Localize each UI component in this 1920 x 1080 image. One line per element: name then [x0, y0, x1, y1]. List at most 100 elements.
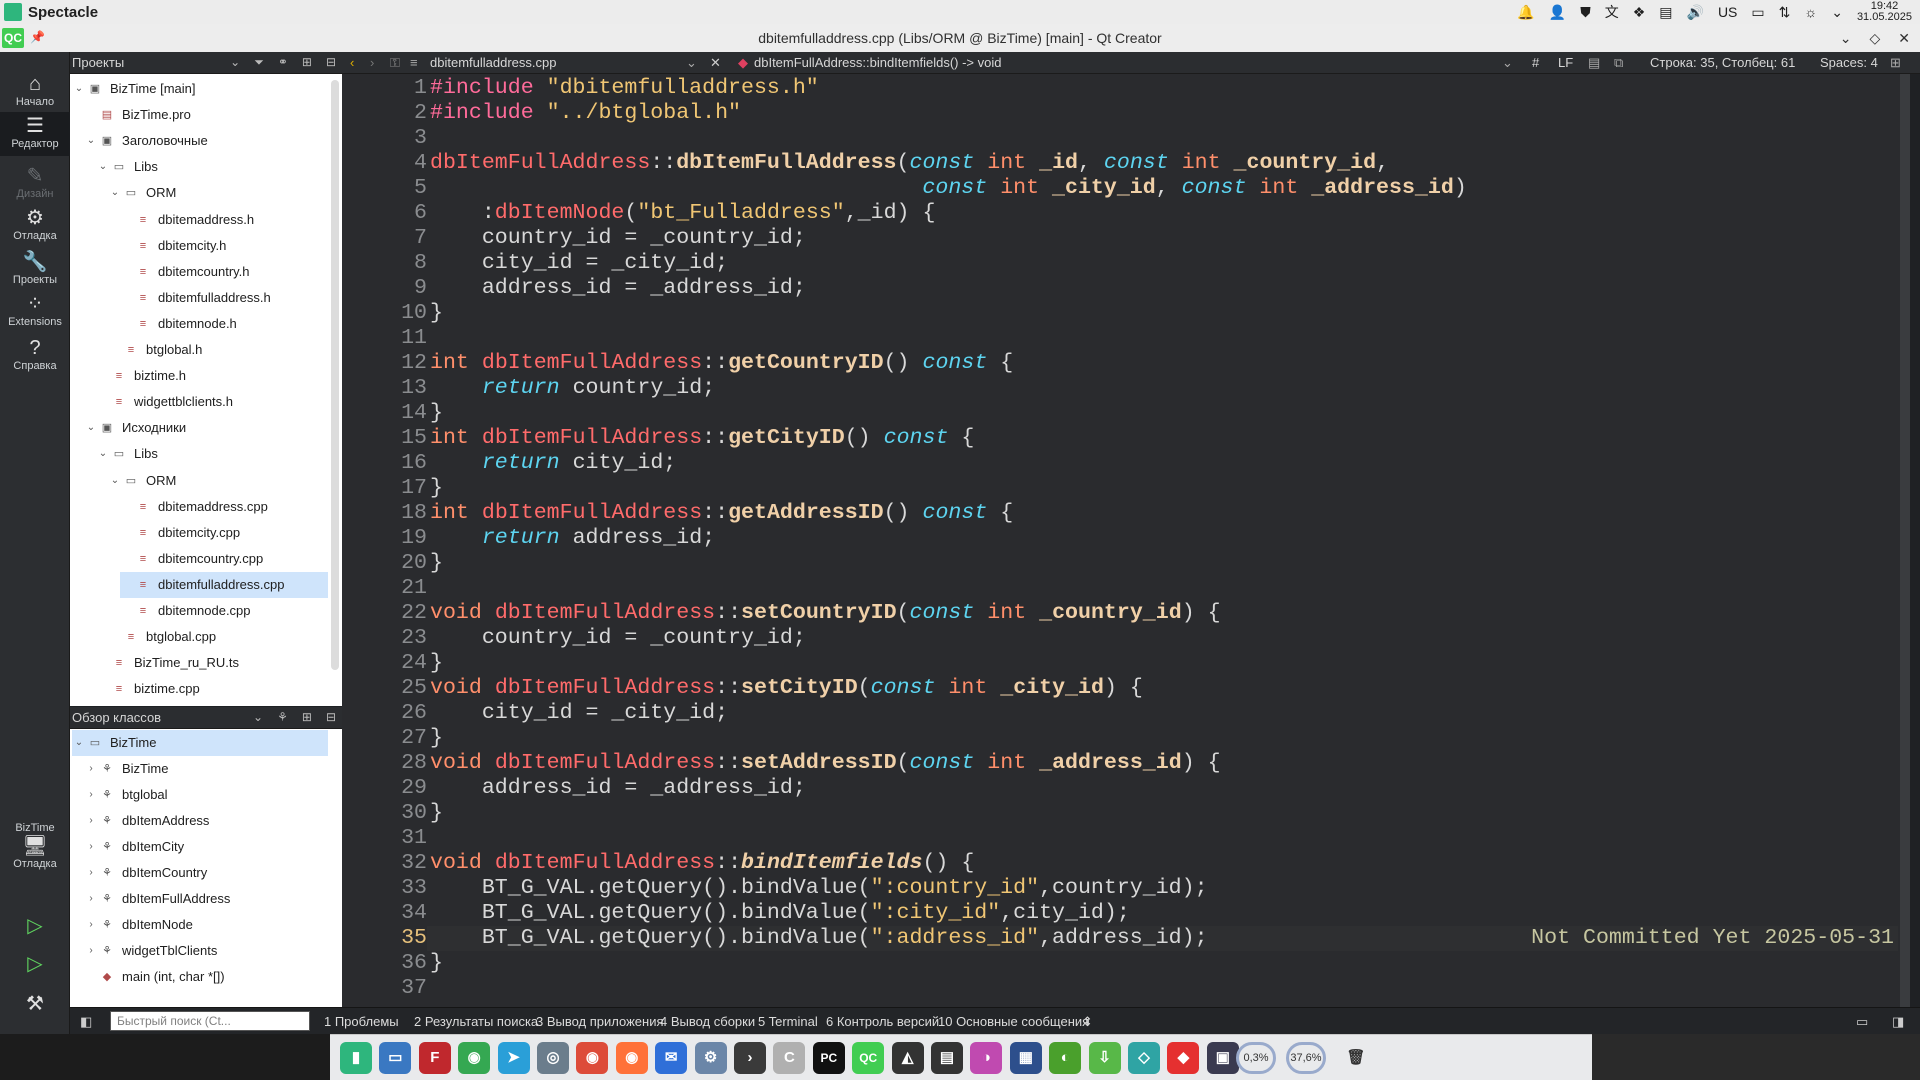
- volume-icon[interactable]: 🔊: [1687, 4, 1704, 21]
- tree-file-item[interactable]: ≡ dbitemfulladdress.h: [120, 285, 328, 311]
- chevron-down-icon[interactable]: ⌄: [1502, 55, 1513, 71]
- qtcreator-icon[interactable]: QC: [852, 1042, 885, 1074]
- telegram-icon[interactable]: ➤: [497, 1042, 530, 1074]
- shield-icon[interactable]: ⛊: [1580, 4, 1591, 21]
- tree-file-item[interactable]: ≡ dbitemaddress.cpp: [120, 494, 328, 520]
- user-icon[interactable]: 👤: [1549, 4, 1566, 21]
- mode-7[interactable]: ? Справка: [0, 334, 70, 378]
- code-line[interactable]: return city_id;: [430, 451, 676, 476]
- dbeaver-icon[interactable]: ◎: [537, 1042, 569, 1074]
- clock[interactable]: 19:42 31.05.2025: [1857, 1, 1912, 23]
- locator-search-input[interactable]: Быстрый поиск (Ct...: [110, 1011, 310, 1031]
- code-line[interactable]: }: [430, 476, 443, 501]
- split-icon[interactable]: ⊞: [1890, 55, 1901, 71]
- close-panel-icon[interactable]: ⊟: [326, 710, 336, 724]
- code-line[interactable]: return country_id;: [430, 376, 715, 401]
- tree-file-item[interactable]: ≡ dbitemcountry.h: [120, 259, 328, 285]
- line-number-gutter[interactable]: 1 2 3 4 5 6 7 8 9 10 11 12 13 14 15 16 17 18 19 20 21 22 23 24 2…: [342, 74, 427, 1007]
- tree-file-item[interactable]: ≡ dbitemcountry.cpp: [120, 546, 328, 572]
- minimize-icon[interactable]: ⌄: [1840, 30, 1852, 47]
- code-line[interactable]: return address_id;: [430, 526, 715, 551]
- sidebar-toggle-icon[interactable]: ◧: [80, 1014, 92, 1030]
- tree-folder-item[interactable]: › ⚘ btglobal: [84, 782, 328, 808]
- memory-monitor[interactable]: 37,6%: [1286, 1042, 1326, 1074]
- filezilla-icon[interactable]: F: [418, 1042, 451, 1074]
- tree-folder-item[interactable]: ⌄ ▣ Исходники: [84, 415, 328, 441]
- collapsed-arrow-icon[interactable]: ›: [84, 782, 98, 808]
- collapsed-arrow-icon[interactable]: ›: [84, 756, 98, 782]
- tree-folder-item[interactable]: ⌄ ▭ Libs: [96, 154, 328, 180]
- collapsed-arrow-icon[interactable]: ›: [84, 938, 98, 964]
- mode-1[interactable]: ⌂ Начало: [0, 70, 70, 114]
- collapsed-arrow-icon[interactable]: ›: [84, 912, 98, 938]
- tree-file-item[interactable]: ≡ btglobal.cpp: [108, 624, 328, 650]
- code-line[interactable]: }: [430, 551, 443, 576]
- mode-2[interactable]: ☰ Редактор: [0, 112, 70, 156]
- keyboard-layout[interactable]: US: [1718, 4, 1737, 20]
- chevron-down-icon[interactable]: ⌄: [1831, 4, 1843, 21]
- cursor-position[interactable]: Строка: 35, Столбец: 61: [1650, 55, 1795, 70]
- display-icon[interactable]: ▭: [1751, 4, 1764, 21]
- cpu-monitor[interactable]: 0,3%: [1236, 1042, 1276, 1074]
- editor-scrollbar[interactable]: [1900, 74, 1910, 1007]
- code-line[interactable]: void dbItemFullAddress::setCityID(const …: [430, 676, 1143, 701]
- code-line[interactable]: int dbItemFullAddress::getCountryID() co…: [430, 351, 1013, 376]
- debug-run-button[interactable]: ▷: [0, 952, 70, 976]
- code-line[interactable]: const int _city_id, const int _address_i…: [430, 176, 1466, 201]
- tree-file-item[interactable]: ≡ btglobal.h: [108, 337, 328, 363]
- tree-file-item[interactable]: ▤ BizTime.pro: [84, 102, 328, 128]
- output-pane-toggle-icon[interactable]: ▭: [1856, 1014, 1868, 1030]
- tree-file-item[interactable]: ≡ dbitemcity.cpp: [120, 520, 328, 546]
- code-line[interactable]: address_id = _address_id;: [430, 276, 806, 301]
- translate-icon[interactable]: 文: [1605, 2, 1619, 22]
- close-icon[interactable]: ✕: [1898, 30, 1910, 47]
- open-file-selector[interactable]: dbitemfulladdress.cpp: [430, 55, 556, 70]
- collapsed-arrow-icon[interactable]: ›: [84, 808, 98, 834]
- collapsed-arrow-icon[interactable]: ›: [84, 860, 98, 886]
- symbol-selector[interactable]: dbItemFullAddress::bindItemfields() -> v…: [754, 55, 1001, 70]
- split-editor-icon[interactable]: ⧉: [1614, 55, 1623, 71]
- code-line[interactable]: #include "dbitemfulladdress.h": [430, 76, 819, 101]
- code-line[interactable]: void dbItemFullAddress::setCountryID(con…: [430, 601, 1221, 626]
- code-line[interactable]: }: [430, 726, 443, 751]
- expand-arrow-icon[interactable]: ⌄: [72, 76, 86, 102]
- expand-arrow-icon[interactable]: ⌄: [96, 441, 110, 467]
- tree-folder-item[interactable]: ⌄ ▭ ORM: [108, 468, 328, 494]
- notes-icon[interactable]: ▤: [931, 1042, 963, 1074]
- tree-file-item[interactable]: ≡ dbitemaddress.h: [120, 207, 328, 233]
- color-picker-icon[interactable]: ◑: [970, 1042, 1003, 1074]
- tree-file-item[interactable]: ◆ main (int, char *[]): [84, 964, 328, 990]
- code-line[interactable]: int dbItemFullAddress::getAddressID() co…: [430, 501, 1013, 526]
- tree-folder-item[interactable]: › ⚘ BizTime: [84, 756, 328, 782]
- tree-folder-item[interactable]: ⌄ ▭ ORM: [108, 180, 328, 206]
- code-line[interactable]: }: [430, 651, 443, 676]
- code-line[interactable]: }: [430, 951, 443, 976]
- output-tab[interactable]: 3 Вывод приложения: [536, 1014, 664, 1029]
- anydesk-icon[interactable]: ◆: [1167, 1042, 1200, 1074]
- screenshot-icon[interactable]: ▣: [1206, 1042, 1239, 1074]
- code-line[interactable]: void dbItemFullAddress::setAddressID(con…: [430, 751, 1221, 776]
- notifications-icon[interactable]: 🔔: [1517, 4, 1534, 21]
- tree-folder-item[interactable]: › ⚘ dbItemCity: [84, 834, 328, 860]
- split-icon[interactable]: ⊞: [302, 55, 312, 70]
- libreoffice-icon[interactable]: ▮: [340, 1042, 372, 1074]
- code-line[interactable]: country_id = _country_id;: [430, 226, 806, 251]
- tree-folder-item[interactable]: › ⚘ dbItemAddress: [84, 808, 328, 834]
- tree-file-item[interactable]: ≡ dbitemnode.cpp: [120, 598, 328, 624]
- tree-folder-item[interactable]: ⌄ ▣ BizTime [main]: [72, 76, 328, 102]
- projects-panel-title[interactable]: Проекты: [72, 55, 124, 70]
- split-icon[interactable]: ⊞: [302, 710, 312, 724]
- terminal-icon[interactable]: ›: [734, 1042, 766, 1074]
- code-line[interactable]: #include "../btglobal.h": [430, 101, 741, 126]
- tree-file-item[interactable]: ≡ dbitemcity.h: [120, 233, 328, 259]
- output-tab[interactable]: 10 Основные сообщения: [938, 1014, 1089, 1029]
- pycharm-icon[interactable]: PC: [812, 1042, 845, 1074]
- chevron-updown-icon[interactable]: ⇕: [1082, 1014, 1093, 1030]
- document-icon[interactable]: ▤: [1588, 55, 1600, 71]
- expand-arrow-icon[interactable]: ⌄: [96, 154, 110, 180]
- build-button[interactable]: ⚒: [0, 992, 70, 1016]
- output-tab[interactable]: 5 Terminal: [758, 1014, 818, 1029]
- code-line[interactable]: BT_G_VAL.getQuery().bindValue(":city_id"…: [430, 901, 1130, 926]
- code-line[interactable]: }: [430, 401, 443, 426]
- zorin-icon[interactable]: ◉: [458, 1042, 491, 1074]
